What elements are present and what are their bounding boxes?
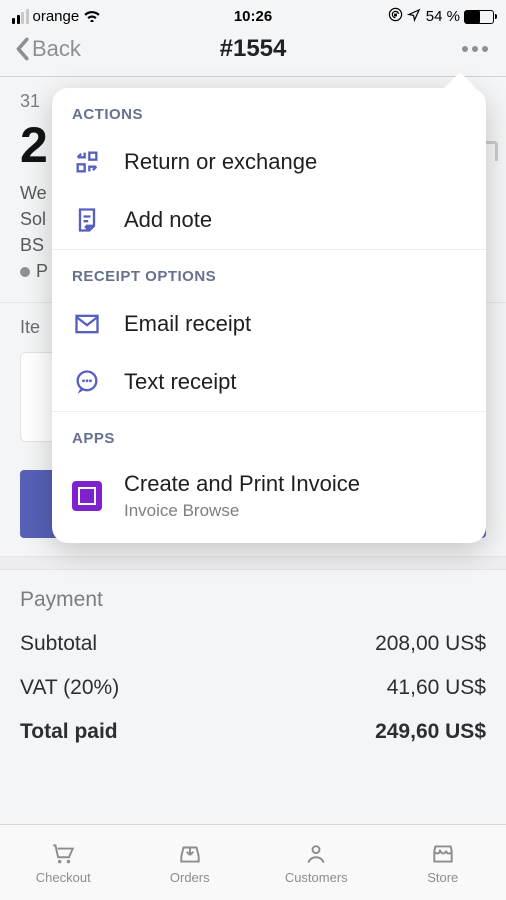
address-line-1: We	[20, 183, 47, 203]
menu-label: Create and Print Invoice	[124, 471, 360, 497]
menu-label: Text receipt	[124, 369, 237, 395]
note-icon	[72, 205, 102, 235]
actions-menu: ACTIONS Return or exchange Add note RECE…	[52, 88, 486, 543]
menu-section-apps: APPS	[52, 411, 486, 457]
payment-label: Subtotal	[20, 632, 97, 656]
person-icon	[301, 841, 331, 867]
address-line-2: Sol	[20, 209, 46, 229]
payment-heading: Payment	[20, 588, 486, 612]
tab-label: Customers	[285, 870, 348, 885]
payment-label: VAT (20%)	[20, 676, 119, 700]
tab-bar: Checkout Orders Customers Store	[0, 824, 506, 900]
cart-icon	[48, 841, 78, 867]
payment-label: Total paid	[20, 720, 118, 744]
page-title: #1554	[220, 35, 287, 63]
signal-icon	[12, 9, 29, 24]
wifi-icon	[83, 8, 101, 26]
tab-store[interactable]: Store	[380, 825, 506, 900]
status-fragment: P	[36, 261, 48, 281]
back-button[interactable]: Back	[14, 36, 81, 62]
location-icon	[407, 7, 422, 26]
nav-bar: Back #1554	[0, 28, 506, 77]
payment-value: 249,60 US$	[375, 720, 486, 744]
status-dot-icon	[20, 267, 30, 277]
payment-value: 41,60 US$	[387, 676, 486, 700]
payment-row: Total paid 249,60 US$	[20, 720, 486, 744]
payment-row: VAT (20%) 41,60 US$	[20, 676, 486, 700]
menu-label: Return or exchange	[124, 149, 317, 175]
menu-return-exchange[interactable]: Return or exchange	[52, 133, 486, 191]
payment-value: 208,00 US$	[375, 632, 486, 656]
mail-icon	[72, 309, 102, 339]
app-icon	[72, 481, 102, 511]
battery-pct: 54 %	[426, 8, 460, 25]
clock: 10:26	[234, 8, 272, 25]
tab-label: Store	[427, 870, 458, 885]
battery-icon	[464, 10, 494, 24]
inbox-icon	[175, 841, 205, 867]
tab-orders[interactable]: Orders	[127, 825, 254, 900]
menu-label: Add note	[124, 207, 212, 233]
menu-app-invoice[interactable]: Create and Print Invoice Invoice Browse	[52, 457, 486, 543]
orientation-lock-icon	[388, 7, 403, 26]
menu-sublabel: Invoice Browse	[124, 501, 360, 521]
menu-section-receipt: RECEIPT OPTIONS	[52, 249, 486, 295]
payment-section: Payment Subtotal 208,00 US$ VAT (20%) 41…	[0, 570, 506, 782]
carrier-label: orange	[33, 8, 80, 25]
chevron-left-icon	[14, 37, 30, 61]
address-line-3: BS	[20, 235, 44, 255]
tab-customers[interactable]: Customers	[253, 825, 380, 900]
menu-email-receipt[interactable]: Email receipt	[52, 295, 486, 353]
more-button[interactable]	[458, 42, 492, 56]
chat-icon	[72, 367, 102, 397]
tab-label: Orders	[170, 870, 210, 885]
tab-label: Checkout	[36, 870, 91, 885]
store-icon	[428, 841, 458, 867]
menu-label: Email receipt	[124, 311, 251, 337]
back-label: Back	[32, 36, 81, 62]
payment-row: Subtotal 208,00 US$	[20, 632, 486, 656]
exchange-icon	[72, 147, 102, 177]
tab-checkout[interactable]: Checkout	[0, 825, 127, 900]
section-divider	[0, 556, 506, 570]
status-bar: orange 10:26 54 %	[0, 0, 506, 28]
menu-section-actions: ACTIONS	[52, 88, 486, 133]
menu-text-receipt[interactable]: Text receipt	[52, 353, 486, 411]
menu-add-note[interactable]: Add note	[52, 191, 486, 249]
